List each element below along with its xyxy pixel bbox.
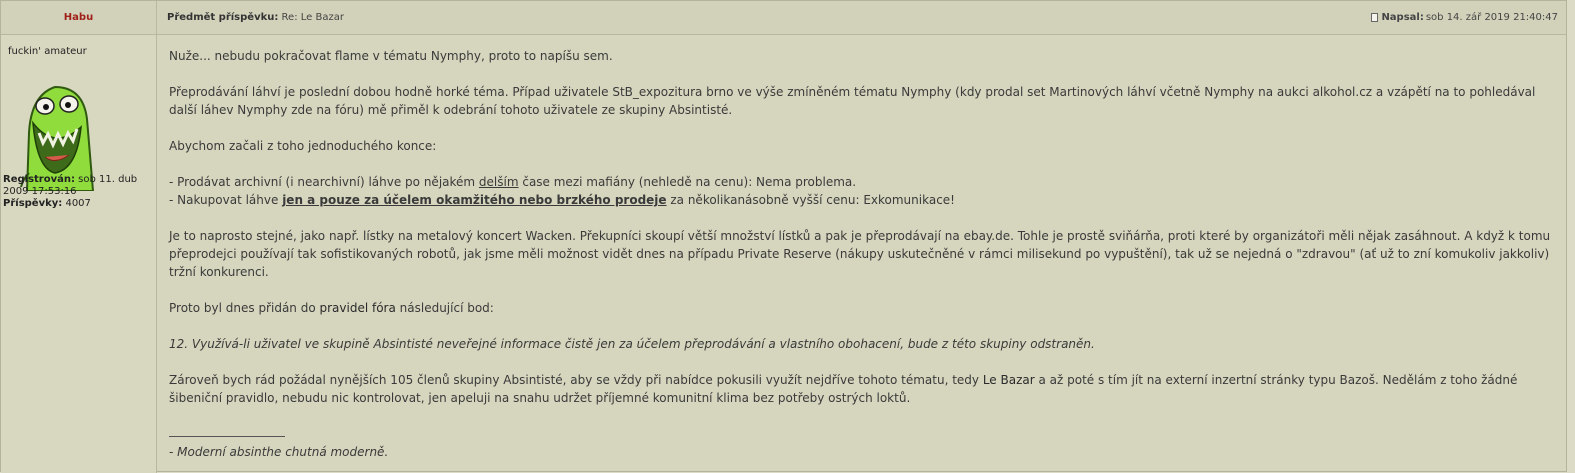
bullet-text: - Prodávat archivní (i nearchivní) láhve… (169, 175, 479, 189)
subject-value: Re: Le Bazar (278, 12, 344, 23)
bullet-text: čase mezi mafiány (nehledě na cenu): Nem… (518, 175, 857, 189)
posted-label: Napsal: (1381, 12, 1424, 23)
underlined-text: delším (478, 175, 519, 189)
profile-info: Registrován: sob 11. dub 2009 17:53:16 P… (3, 174, 153, 210)
post-paragraph: Nuže... nebudu pokračovat flame v tématu… (169, 49, 613, 63)
post-paragraph: Přeprodávání láhví je poslední dobou hod… (169, 85, 1536, 117)
posts-label: Příspěvky: (3, 198, 63, 209)
author-name[interactable]: Habu (1, 1, 157, 34)
subject-label: Předmět příspěvku: (167, 12, 279, 23)
signature: - Moderní absinthe chutná moderně. (169, 445, 389, 459)
author-rank: fuckin' amateur (8, 46, 87, 57)
post-body: Nuže... nebudu pokračovat flame v tématu… (169, 47, 1559, 461)
post-subject: Předmět příspěvku: Re: Le Bazar (167, 12, 344, 23)
profile-posts: Příspěvky: 4007 (3, 198, 153, 210)
le-bazar-link[interactable]: Le Bazar (983, 373, 1035, 387)
post-date: Napsal: sob 14. zář 2019 21:40:47 (1371, 12, 1558, 23)
paragraph-text: následující bod: (395, 301, 494, 315)
post-paragraph: Zároveň bych rád požádal nynějších 105 č… (169, 371, 1559, 407)
bullet-item: - Prodávat archivní (i nearchivní) láhve… (169, 173, 1559, 191)
rule-quote: 12. Využívá-li uživatel ve skupině Absin… (169, 337, 1095, 351)
document-icon[interactable] (1371, 13, 1379, 22)
bullet-text: za několikanásobně vyšší cenu: Exkomunik… (666, 193, 955, 207)
post-header: Habu Předmět příspěvku: Re: Le Bazar Nap… (1, 1, 1566, 35)
rules-link[interactable]: pravidel fóra (320, 301, 396, 315)
underlined-text: jen a pouze za účelem okamžitého nebo br… (282, 193, 667, 207)
posts-value: 4007 (62, 198, 91, 209)
post-paragraph: Je to naprosto stejné, jako např. lístky… (169, 229, 1551, 279)
signature-divider (169, 436, 285, 437)
profile-registered: Registrován: sob 11. dub 2009 17:53:16 (3, 174, 153, 198)
registered-label: Registrován: (3, 174, 75, 185)
bullet-item: - Nakupovat láhve jen a pouze za účelem … (169, 191, 1559, 209)
author-profile: fuckin' amateur Registrován: sob 11. dub… (1, 35, 157, 473)
post-paragraph: Abychom začali z toho jednoduchého konce… (169, 139, 437, 153)
forum-post: Habu Předmět příspěvku: Re: Le Bazar Nap… (0, 0, 1567, 473)
posted-value: sob 14. zář 2019 21:40:47 (1425, 12, 1558, 23)
paragraph-text: Proto byl dnes přidán do (169, 301, 320, 315)
bullet-text: - Nakupovat láhve (169, 193, 283, 207)
paragraph-text: Zároveň bych rád požádal nynějších 105 č… (169, 373, 983, 387)
post-paragraph: Proto byl dnes přidán do pravidel fóra n… (169, 299, 1559, 317)
